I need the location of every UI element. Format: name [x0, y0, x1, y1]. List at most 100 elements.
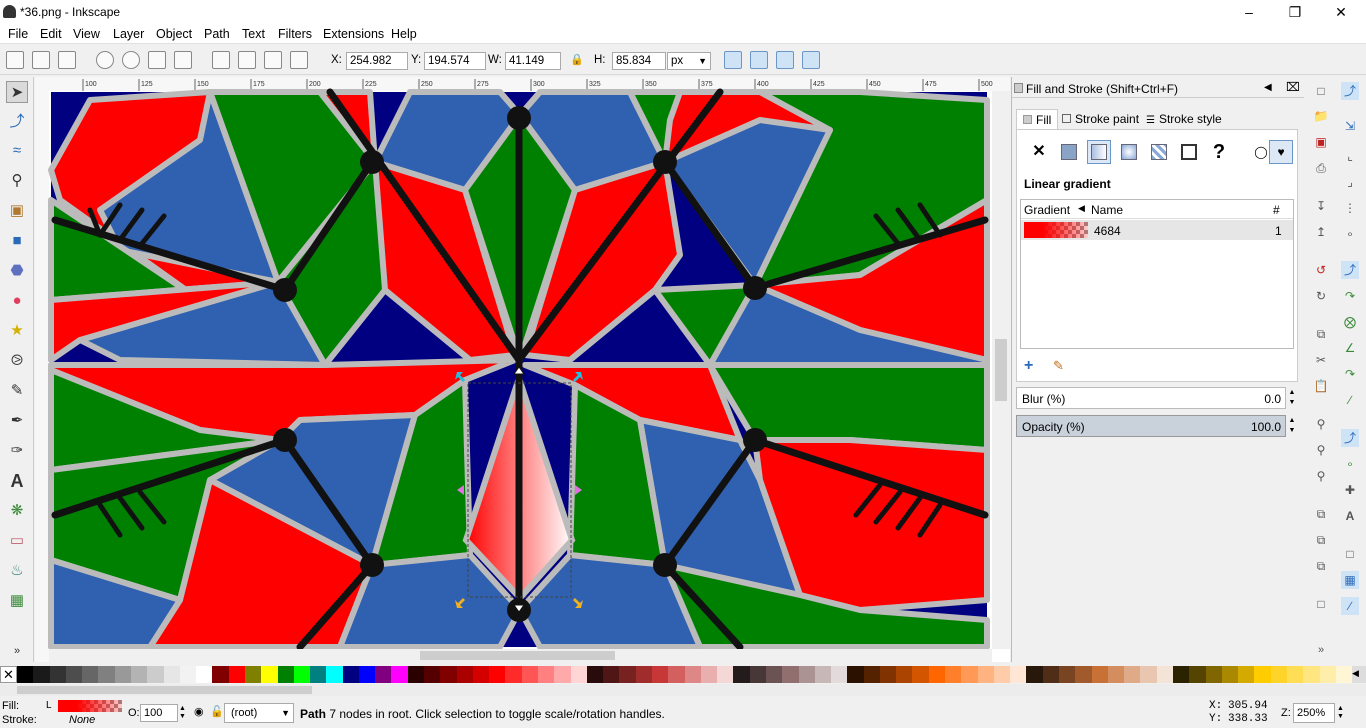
pencil-tool-icon[interactable]: ✎: [6, 380, 28, 402]
color-swatch[interactable]: [782, 666, 799, 683]
color-swatch[interactable]: [977, 666, 994, 683]
color-swatch[interactable]: [310, 666, 327, 683]
vertical-scrollbar-thumb[interactable]: [995, 339, 1007, 401]
color-swatch[interactable]: [733, 666, 750, 683]
snap-others-icon[interactable]: ⤴: [1341, 429, 1359, 447]
tab-fill[interactable]: Fill: [1016, 109, 1059, 129]
col-gradient[interactable]: Gradient: [1024, 203, 1070, 217]
color-swatch[interactable]: [700, 666, 718, 683]
menu-text[interactable]: Text: [242, 27, 265, 41]
import-icon[interactable]: ↧: [1312, 197, 1330, 215]
color-swatch[interactable]: [749, 666, 766, 683]
menu-extensions[interactable]: Extensions: [323, 27, 384, 41]
color-swatch[interactable]: [228, 666, 245, 683]
unlink-clone-icon[interactable]: ⧉: [1312, 557, 1330, 575]
color-swatch[interactable]: [863, 666, 880, 683]
deselect-icon[interactable]: [58, 51, 76, 69]
palette-scrollbar[interactable]: [0, 684, 1366, 696]
cut-icon[interactable]: ✂: [1312, 351, 1330, 369]
color-swatch[interactable]: [668, 666, 685, 683]
scale-corners-icon[interactable]: [750, 51, 768, 69]
zoom-drawing-icon[interactable]: ⚲: [1312, 441, 1330, 459]
dock-collapse-icon[interactable]: ◀: [1264, 82, 1272, 93]
redo-icon[interactable]: ↻: [1312, 287, 1330, 305]
color-swatch[interactable]: [1026, 666, 1043, 683]
color-swatch[interactable]: [293, 666, 311, 683]
flip-horizontal-icon[interactable]: [148, 51, 166, 69]
color-swatch[interactable]: [114, 666, 131, 683]
layer-visibility-icon[interactable]: ◉: [194, 705, 204, 718]
palette-swatches[interactable]: [17, 666, 1353, 683]
close-icon[interactable]: ✕: [1318, 2, 1364, 22]
color-swatch[interactable]: [1270, 666, 1287, 683]
snap-bbox-edge-icon[interactable]: ⌞: [1341, 147, 1359, 165]
calligraphy-tool-icon[interactable]: ✑: [6, 440, 28, 462]
zoom-selection-icon[interactable]: ⚲: [1312, 415, 1330, 433]
unset-paint-icon[interactable]: ?: [1207, 140, 1231, 164]
layer-lock-icon[interactable]: 🔓: [210, 705, 224, 718]
opacity-field[interactable]: Opacity (%) 100.0: [1016, 415, 1286, 437]
lower-icon[interactable]: [264, 51, 282, 69]
snap-cusp-icon[interactable]: ∠: [1341, 339, 1359, 357]
linear-gradient-icon[interactable]: [1087, 140, 1111, 164]
color-swatch[interactable]: [342, 666, 359, 683]
color-swatch[interactable]: [277, 666, 294, 683]
color-swatch[interactable]: [765, 666, 783, 683]
color-swatch[interactable]: [505, 666, 522, 683]
color-swatch[interactable]: [1059, 666, 1076, 683]
menu-edit[interactable]: Edit: [40, 27, 62, 41]
color-swatch[interactable]: [440, 666, 457, 683]
color-swatch[interactable]: [261, 666, 278, 683]
paint-bucket-tool-icon[interactable]: ♨: [6, 560, 28, 582]
col-name[interactable]: Name: [1091, 203, 1123, 217]
more-commands-icon[interactable]: »: [1312, 641, 1330, 659]
group-icon[interactable]: □: [1312, 595, 1330, 613]
menu-layer[interactable]: Layer: [113, 27, 144, 41]
color-swatch[interactable]: [98, 666, 115, 683]
color-swatch[interactable]: [33, 666, 50, 683]
rotate-cw-icon[interactable]: [122, 51, 140, 69]
open-icon[interactable]: 📁: [1312, 107, 1330, 125]
tessellation-drawing[interactable]: [48, 77, 1010, 651]
status-opacity-stepper[interactable]: ▲ ▼: [179, 705, 186, 721]
tab-stroke-style[interactable]: ☰ Stroke style: [1140, 109, 1228, 129]
color-swatch[interactable]: [961, 666, 978, 683]
color-swatch[interactable]: [928, 666, 946, 683]
no-paint-swatch[interactable]: ✕: [0, 666, 17, 683]
raise-to-top-icon[interactable]: [212, 51, 230, 69]
radial-gradient-icon[interactable]: [1117, 140, 1141, 164]
color-swatch[interactable]: [1107, 666, 1125, 683]
zoom-field[interactable]: 250%: [1293, 703, 1335, 723]
color-swatch[interactable]: [684, 666, 701, 683]
color-swatch[interactable]: [896, 666, 913, 683]
lock-icon[interactable]: 🔒: [570, 53, 584, 66]
color-swatch[interactable]: [1335, 666, 1353, 683]
color-swatch[interactable]: [1286, 666, 1304, 683]
color-swatch[interactable]: [635, 666, 652, 683]
blur-stepper[interactable]: ▲ ▼: [1287, 388, 1297, 408]
select-all-layers-icon[interactable]: [32, 51, 50, 69]
export-icon[interactable]: ↥: [1312, 223, 1330, 241]
eraser-tool-icon[interactable]: ▭: [6, 530, 28, 552]
color-swatch[interactable]: [391, 666, 408, 683]
snap-bbox-corner-icon[interactable]: ⌟: [1341, 173, 1359, 191]
color-swatch[interactable]: [147, 666, 164, 683]
color-swatch[interactable]: [1156, 666, 1173, 683]
color-swatch[interactable]: [1091, 666, 1108, 683]
color-swatch[interactable]: [879, 666, 897, 683]
palette-scrollbar-thumb[interactable]: [17, 686, 312, 694]
maximize-icon[interactable]: ❐: [1272, 2, 1318, 22]
scale-stroke-icon[interactable]: [724, 51, 742, 69]
selector-tool-icon[interactable]: ➤: [6, 81, 28, 103]
new-document-icon[interactable]: □: [1312, 82, 1330, 100]
color-swatch[interactable]: [651, 666, 669, 683]
col-count[interactable]: #: [1273, 203, 1280, 217]
color-swatch[interactable]: [326, 666, 343, 683]
pattern-icon[interactable]: [1147, 140, 1171, 164]
flat-color-icon[interactable]: [1057, 140, 1081, 164]
snap-text-baseline-icon[interactable]: A: [1341, 507, 1359, 525]
zoom-tool-icon[interactable]: ⚲: [6, 170, 28, 192]
spiral-tool-icon[interactable]: ⧁: [6, 350, 28, 372]
color-swatch[interactable]: [212, 666, 229, 683]
blur-field[interactable]: Blur (%) 0.0: [1016, 387, 1286, 409]
